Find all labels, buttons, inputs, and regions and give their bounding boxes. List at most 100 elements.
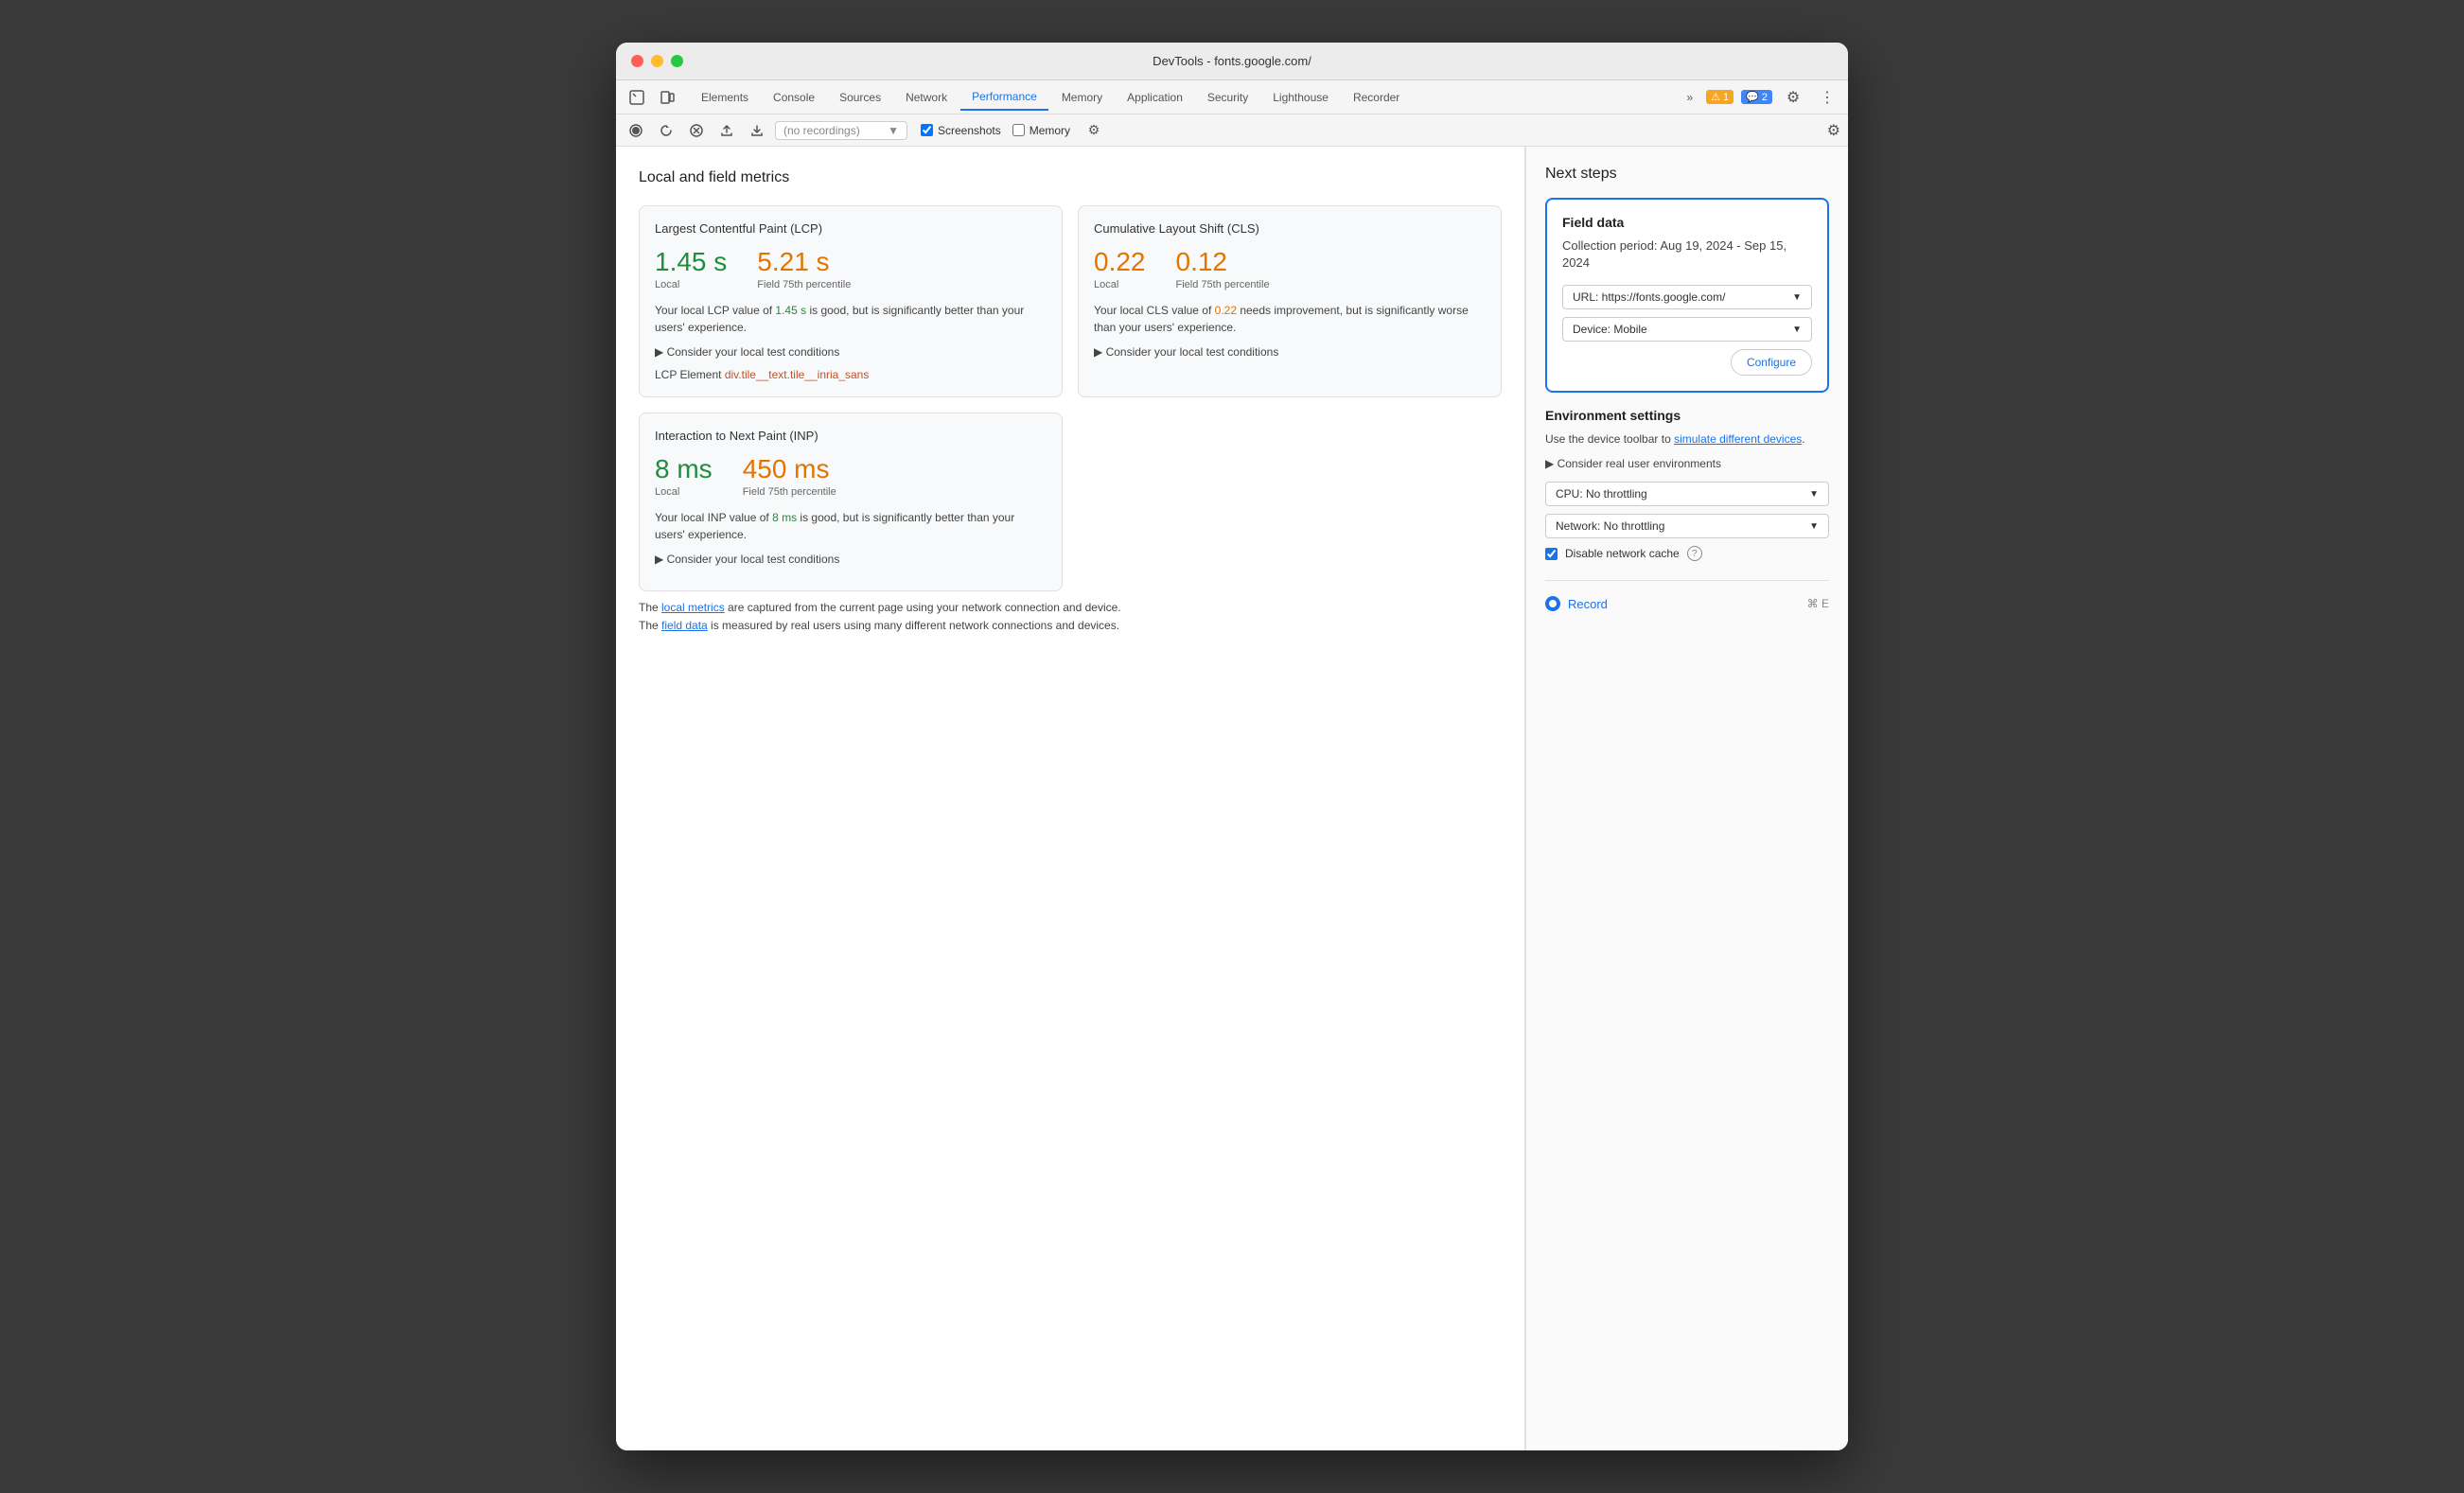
lcp-field-group: 5.21 s Field 75th percentile <box>757 247 851 290</box>
lcp-toggle[interactable]: Consider your local test conditions <box>655 345 1047 359</box>
recording-placeholder: (no recordings) <box>783 124 860 137</box>
inp-toggle[interactable]: Consider your local test conditions <box>655 553 1047 566</box>
warning-badge[interactable]: ⚠ 1 <box>1706 90 1734 104</box>
tab-sources[interactable]: Sources <box>828 85 892 110</box>
warning-count: 1 <box>1723 92 1729 103</box>
memory-checkbox-label[interactable]: Memory <box>1012 124 1070 137</box>
record-section: Record ⌘ E <box>1545 580 1829 611</box>
record-shortcut: ⌘ E <box>1807 597 1829 610</box>
cls-toggle[interactable]: Consider your local test conditions <box>1094 345 1486 359</box>
tab-application[interactable]: Application <box>1116 85 1194 110</box>
more-settings-button[interactable]: ⚙ <box>1082 118 1106 143</box>
inp-title: Interaction to Next Paint (INP) <box>655 429 1047 443</box>
inp-card: Interaction to Next Paint (INP) 8 ms Loc… <box>639 413 1063 591</box>
action-bar: (no recordings) ▼ Screenshots Memory ⚙ ⚙ <box>616 114 1848 147</box>
bottom-note-suffix: is measured by real users using many dif… <box>708 619 1119 632</box>
action-settings-icon[interactable]: ⚙ <box>1827 121 1840 140</box>
reload-record-button[interactable] <box>654 118 678 143</box>
tab-performance[interactable]: Performance <box>960 84 1048 111</box>
env-desc-prefix: Use the device toolbar to <box>1545 432 1674 446</box>
lcp-card: Largest Contentful Paint (LCP) 1.45 s Lo… <box>639 205 1063 397</box>
main-content: Local and field metrics Largest Contentf… <box>616 147 1848 1450</box>
url-dropdown[interactable]: URL: https://fonts.google.com/ ▼ <box>1562 285 1812 309</box>
close-button[interactable] <box>631 55 643 67</box>
lcp-values: 1.45 s Local 5.21 s Field 75th percentil… <box>655 247 1047 290</box>
tab-memory[interactable]: Memory <box>1050 85 1114 110</box>
inp-desc-local: 8 ms <box>772 511 797 524</box>
cls-desc-prefix: Your local CLS value of <box>1094 304 1215 317</box>
lcp-title: Largest Contentful Paint (LCP) <box>655 221 1047 236</box>
inp-description: Your local INP value of 8 ms is good, bu… <box>655 509 1047 543</box>
record-button[interactable]: Record <box>1545 596 1608 611</box>
more-options-button[interactable]: ⋮ <box>1814 84 1840 111</box>
inspector-button[interactable] <box>624 84 650 111</box>
cls-local-label: Local <box>1094 279 1146 290</box>
field-data-link[interactable]: field data <box>661 619 708 632</box>
cpu-dropdown[interactable]: CPU: No throttling ▼ <box>1545 482 1829 506</box>
devtools-window: DevTools - fonts.google.com/ Elements Co… <box>616 43 1848 1450</box>
disable-cache-group: Disable network cache ? <box>1545 546 1829 561</box>
inp-desc-prefix: Your local INP value of <box>655 511 772 524</box>
memory-checkbox[interactable] <box>1012 124 1025 136</box>
url-dropdown-arrow-icon: ▼ <box>1792 292 1802 303</box>
memory-label: Memory <box>1030 124 1070 137</box>
tab-recorder[interactable]: Recorder <box>1342 85 1411 110</box>
left-panel-title: Local and field metrics <box>639 169 1502 186</box>
cls-description: Your local CLS value of 0.22 needs impro… <box>1094 302 1486 336</box>
lcp-local-group: 1.45 s Local <box>655 247 727 290</box>
inp-values: 8 ms Local 450 ms Field 75th percentile <box>655 454 1047 498</box>
screenshots-checkbox-label[interactable]: Screenshots <box>921 124 1001 137</box>
device-dropdown-arrow-icon: ▼ <box>1792 325 1802 335</box>
maximize-button[interactable] <box>671 55 683 67</box>
inp-row: Interaction to Next Paint (INP) 8 ms Loc… <box>639 413 1502 591</box>
lcp-local-label: Local <box>655 279 727 290</box>
screenshots-label: Screenshots <box>938 124 1001 137</box>
network-dropdown[interactable]: Network: No throttling ▼ <box>1545 514 1829 538</box>
title-bar: DevTools - fonts.google.com/ <box>616 43 1848 80</box>
chat-icon: 💬 <box>1746 91 1759 103</box>
minimize-button[interactable] <box>651 55 663 67</box>
lcp-local-value: 1.45 s <box>655 247 727 277</box>
cls-values: 0.22 Local 0.12 Field 75th percentile <box>1094 247 1486 290</box>
lcp-element: LCP Element div.tile__text.tile__inria_s… <box>655 368 1047 381</box>
simulate-devices-link[interactable]: simulate different devices <box>1674 432 1802 446</box>
tab-elements[interactable]: Elements <box>690 85 760 110</box>
record-start-button[interactable] <box>624 118 648 143</box>
disable-cache-label: Disable network cache <box>1565 547 1680 560</box>
env-desc-suffix: . <box>1802 432 1804 446</box>
inp-field-label: Field 75th percentile <box>743 486 836 498</box>
device-dropdown[interactable]: Device: Mobile ▼ <box>1562 317 1812 342</box>
tab-console[interactable]: Console <box>762 85 826 110</box>
cpu-dropdown-arrow-icon: ▼ <box>1809 489 1819 500</box>
tab-lighthouse[interactable]: Lighthouse <box>1261 85 1340 110</box>
screenshots-checkbox[interactable] <box>921 124 933 136</box>
window-title: DevTools - fonts.google.com/ <box>1153 54 1311 68</box>
download-button[interactable] <box>745 118 769 143</box>
lcp-element-link[interactable]: div.tile__text.tile__inria_sans <box>725 368 870 381</box>
env-toggle[interactable]: Consider real user environments <box>1545 457 1829 470</box>
field-data-period: Collection period: Aug 19, 2024 - Sep 15… <box>1562 237 1812 272</box>
recording-selector[interactable]: (no recordings) ▼ <box>775 121 907 140</box>
tab-more-button[interactable]: » <box>1679 87 1700 108</box>
disable-cache-checkbox[interactable] <box>1545 548 1558 560</box>
settings-button[interactable]: ⚙ <box>1780 84 1806 111</box>
tab-right-icons: ⚠ 1 💬 2 ⚙ ⋮ <box>1706 84 1840 111</box>
local-metrics-link[interactable]: local metrics <box>661 601 725 614</box>
tab-network[interactable]: Network <box>894 85 959 110</box>
inp-field-value: 450 ms <box>743 454 836 484</box>
lcp-element-label: LCP Element <box>655 368 725 381</box>
info-badge[interactable]: 💬 2 <box>1741 90 1772 104</box>
clear-button[interactable] <box>684 118 709 143</box>
configure-button[interactable]: Configure <box>1731 349 1812 376</box>
cls-desc-local: 0.22 <box>1215 304 1237 317</box>
network-dropdown-arrow-icon: ▼ <box>1809 521 1819 532</box>
help-icon[interactable]: ? <box>1687 546 1702 561</box>
record-label: Record <box>1568 597 1608 611</box>
network-label: Network: No throttling <box>1556 519 1664 533</box>
upload-button[interactable] <box>714 118 739 143</box>
tab-security[interactable]: Security <box>1196 85 1259 110</box>
traffic-lights <box>631 55 683 67</box>
bottom-note-mid: are captured from the current page using… <box>725 601 1121 614</box>
device-toggle-button[interactable] <box>654 84 680 111</box>
info-count: 2 <box>1762 92 1768 103</box>
